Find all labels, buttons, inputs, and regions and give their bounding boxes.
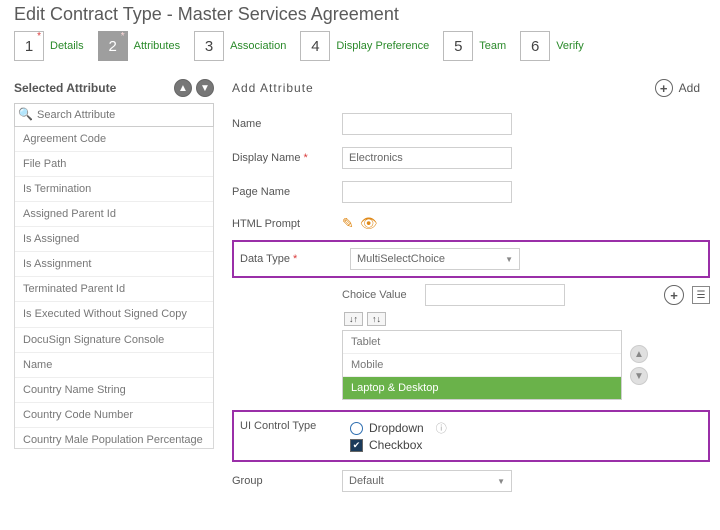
step-number: 1* [14,31,44,61]
step-number: 5 [443,31,473,61]
add-attribute-heading: Add Attribute [232,81,314,95]
attribute-list-item[interactable]: Terminated Parent Id [15,277,213,302]
chevron-down-icon: ▼ [497,477,505,486]
choice-move-down-button[interactable]: ▼ [630,367,648,385]
required-star-icon: * [37,31,41,42]
required-star-icon: * [121,31,125,42]
name-label: Name [232,118,342,130]
attr-move-up-button[interactable]: ▲ [174,79,192,97]
group-dropdown[interactable]: Default ▼ [342,470,512,492]
choice-add-button[interactable]: + [664,285,684,305]
wizard-step-5[interactable]: 5Team [443,31,520,61]
step-number: 4 [300,31,330,61]
preview-prompt-icon[interactable]: 👁 [360,215,378,232]
ui-control-checkbox-option[interactable]: ✔ Checkbox [350,438,447,452]
attribute-list-item[interactable]: File Path [15,152,213,177]
choice-list-item[interactable]: Tablet [343,331,621,354]
choice-move-up-button[interactable]: ▲ [630,345,648,363]
radio-icon [350,422,363,435]
attribute-list-item[interactable]: Agreement Code [15,127,213,152]
sort-desc-button[interactable]: ↑↓ [367,312,386,326]
page-name-input[interactable] [342,181,512,203]
choice-value-input[interactable] [425,284,565,306]
search-icon: 🔍 [18,107,33,121]
attribute-list-item[interactable]: Country Male Population Percentage [15,428,213,448]
attribute-list-item[interactable]: Is Assignment [15,252,213,277]
ui-dropdown-label: Dropdown [369,421,424,435]
group-value: Default [349,475,384,487]
attribute-list-item[interactable]: Is Assigned [15,227,213,252]
step-number: 6 [520,31,550,61]
wizard-step-3[interactable]: 3Association [194,31,300,61]
ui-control-type-label: UI Control Type [240,418,350,432]
selected-attribute-heading: Selected Attribute [14,81,116,95]
wizard-step-6[interactable]: 6Verify [520,31,598,61]
attribute-list-item[interactable]: DocuSign Signature Console [15,328,213,353]
wizard-step-2[interactable]: 2*Attributes [98,31,194,61]
add-attribute-panel: Add Attribute + Add Name Display Name * … [232,79,710,498]
step-label: Verify [550,40,598,52]
page-name-label: Page Name [232,186,342,198]
data-type-value: MultiSelectChoice [357,253,445,265]
step-number: 3 [194,31,224,61]
data-type-highlight: Data Type * MultiSelectChoice ▼ [232,240,710,278]
step-number: 2* [98,31,128,61]
display-name-input[interactable] [342,147,512,169]
step-label: Display Preference [330,40,443,52]
step-label: Association [224,40,300,52]
html-prompt-label: HTML Prompt [232,218,342,230]
wizard-step-1[interactable]: 1*Details [14,31,98,61]
search-attribute-input[interactable] [14,103,214,127]
attribute-list-item[interactable]: Assigned Parent Id [15,202,213,227]
step-label: Team [473,40,520,52]
choice-value-block: Choice Value + ☰ ↓↑ ↑↓ TabletMobileLapto… [342,284,710,400]
add-button-label: Add [679,81,700,95]
attribute-list-item[interactable]: Is Executed Without Signed Copy [15,302,213,328]
checkbox-icon: ✔ [350,439,363,452]
attribute-list-item[interactable]: Country Code Number [15,403,213,428]
choice-list-item[interactable]: Mobile [343,354,621,377]
ui-checkbox-label: Checkbox [369,438,422,452]
choice-list[interactable]: TabletMobileLaptop & Desktop [342,330,622,400]
page-title: Edit Contract Type - Master Services Agr… [14,4,710,25]
attribute-list[interactable]: Agreement CodeFile PathIs TerminationAss… [15,127,213,448]
display-name-label: Display Name * [232,152,342,164]
sort-asc-button[interactable]: ↓↑ [344,312,363,326]
step-label: Details [44,40,98,52]
choice-value-label: Choice Value [342,289,417,301]
attribute-list-item[interactable]: Country Name String [15,378,213,403]
add-button[interactable]: + Add [655,79,700,97]
data-type-dropdown[interactable]: MultiSelectChoice ▼ [350,248,520,270]
data-type-label: Data Type * [240,253,350,265]
attribute-list-item[interactable]: Is Termination [15,177,213,202]
plus-icon: + [655,79,673,97]
attribute-list-item[interactable]: Name [15,353,213,378]
step-label: Attributes [128,40,194,52]
wizard-step-4[interactable]: 4Display Preference [300,31,443,61]
ui-control-dropdown-option[interactable]: Dropdown ⓘ [350,420,447,436]
help-icon[interactable]: ⓘ [436,420,447,436]
group-label: Group [232,475,342,487]
attr-move-down-button[interactable]: ▼ [196,79,214,97]
choice-list-item[interactable]: Laptop & Desktop [343,377,621,399]
wizard-steps: 1*Details2*Attributes3Association4Displa… [14,31,710,61]
choice-settings-icon[interactable]: ☰ [692,286,710,304]
edit-prompt-icon[interactable]: ✎ [342,215,354,232]
chevron-down-icon: ▼ [505,255,513,264]
selected-attribute-panel: Selected Attribute ▲ ▼ 🔍 Agreement CodeF… [14,79,214,449]
ui-control-highlight: UI Control Type Dropdown ⓘ ✔ Checkbox [232,410,710,462]
name-input[interactable] [342,113,512,135]
